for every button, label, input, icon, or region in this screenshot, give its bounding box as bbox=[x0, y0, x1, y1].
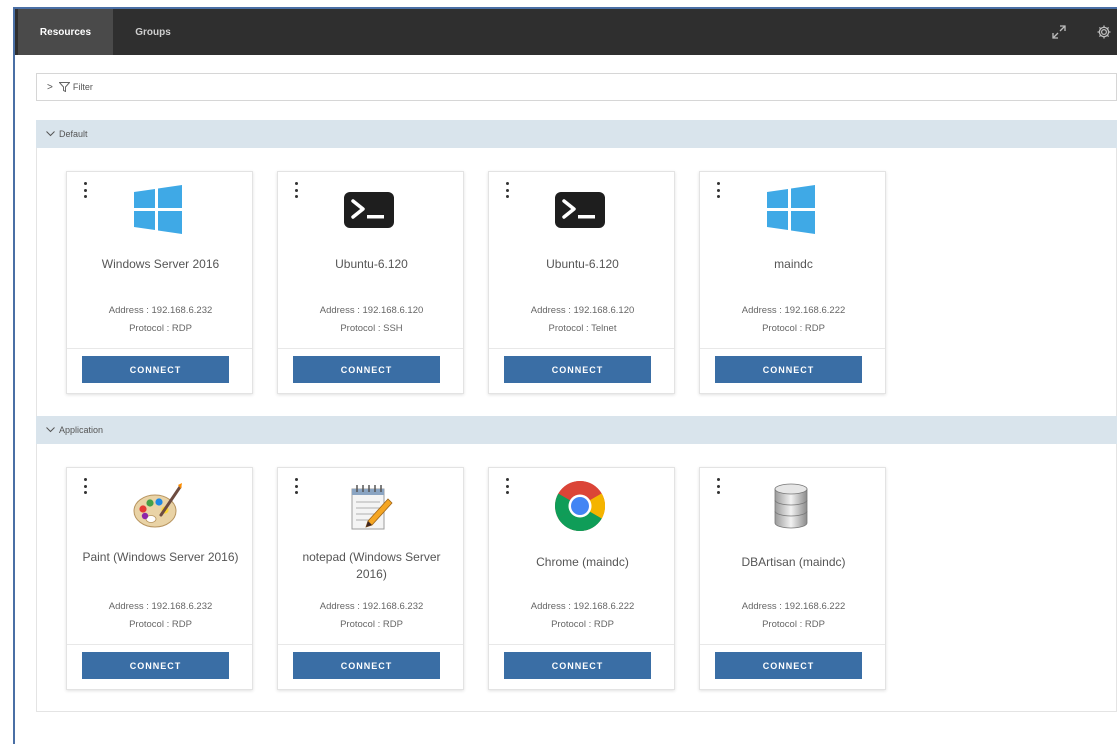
connect-button[interactable]: CONNECT bbox=[82, 652, 229, 679]
database-icon bbox=[761, 480, 821, 532]
resource-protocol: Protocol : SSH bbox=[340, 323, 403, 334]
section-body-application: Paint (Windows Server 2016) Address : 19… bbox=[36, 444, 1117, 712]
resource-protocol: Protocol : RDP bbox=[340, 619, 403, 630]
section-title: Application bbox=[59, 425, 104, 435]
resource-card: maindc Address : 192.168.6.222 Protocol … bbox=[699, 171, 886, 394]
chevron-down-icon bbox=[46, 427, 55, 433]
tab-resources[interactable]: Resources bbox=[18, 9, 113, 55]
terminal-icon bbox=[339, 184, 399, 236]
section-header-application[interactable]: Application bbox=[36, 416, 1117, 444]
resource-card: DBArtisan (maindc) Address : 192.168.6.2… bbox=[699, 467, 886, 690]
kebab-menu-icon[interactable] bbox=[292, 181, 300, 199]
kebab-menu-icon[interactable] bbox=[503, 477, 511, 495]
resource-address: Address : 192.168.6.120 bbox=[530, 305, 635, 316]
resource-card: notepad (Windows Server 2016) Address : … bbox=[277, 467, 464, 690]
resource-address: Address : 192.168.6.120 bbox=[319, 305, 424, 316]
connect-button[interactable]: CONNECT bbox=[504, 356, 651, 383]
card-divider bbox=[67, 348, 252, 349]
chevron-right-icon: > bbox=[47, 81, 53, 93]
connect-button[interactable]: CONNECT bbox=[504, 652, 651, 679]
terminal-icon bbox=[550, 184, 610, 236]
resource-card: Ubuntu-6.120 Address : 192.168.6.120 Pro… bbox=[277, 171, 464, 394]
connect-button[interactable]: CONNECT bbox=[293, 356, 440, 383]
resource-protocol: Protocol : Telnet bbox=[548, 323, 617, 334]
resource-address: Address : 192.168.6.222 bbox=[741, 601, 846, 612]
expand-icon[interactable] bbox=[1050, 23, 1068, 41]
filter-label: Filter bbox=[72, 82, 93, 92]
resource-card: Chrome (maindc) Address : 192.168.6.222 … bbox=[488, 467, 675, 690]
resource-name: Ubuntu-6.120 bbox=[335, 257, 408, 271]
resource-card: Windows Server 2016 Address : 192.168.6.… bbox=[66, 171, 253, 394]
resource-protocol: Protocol : RDP bbox=[551, 619, 614, 630]
resource-protocol: Protocol : RDP bbox=[129, 619, 192, 630]
card-divider bbox=[489, 644, 674, 645]
kebab-menu-icon[interactable] bbox=[714, 477, 722, 495]
resource-protocol: Protocol : RDP bbox=[762, 323, 825, 334]
connect-button[interactable]: CONNECT bbox=[293, 652, 440, 679]
resource-name: Paint (Windows Server 2016) bbox=[82, 550, 239, 564]
paint-icon bbox=[128, 480, 188, 532]
kebab-menu-icon[interactable] bbox=[714, 181, 722, 199]
filter-bar[interactable]: > Filter bbox=[36, 73, 1117, 101]
resource-name: Ubuntu-6.120 bbox=[546, 257, 619, 271]
resource-name: DBArtisan (maindc) bbox=[741, 555, 846, 569]
connect-button[interactable]: CONNECT bbox=[82, 356, 229, 383]
card-divider bbox=[278, 348, 463, 349]
gear-icon[interactable] bbox=[1095, 23, 1113, 41]
card-divider bbox=[489, 348, 674, 349]
resource-protocol: Protocol : RDP bbox=[762, 619, 825, 630]
kebab-menu-icon[interactable] bbox=[81, 477, 89, 495]
connect-button[interactable]: CONNECT bbox=[715, 652, 862, 679]
resource-name: Windows Server 2016 bbox=[101, 257, 220, 271]
resource-address: Address : 192.168.6.232 bbox=[108, 305, 213, 316]
chevron-down-icon bbox=[46, 131, 55, 137]
windows-icon bbox=[761, 184, 821, 236]
section-body-default: Windows Server 2016 Address : 192.168.6.… bbox=[36, 148, 1117, 416]
resource-address: Address : 192.168.6.232 bbox=[319, 601, 424, 612]
resource-address: Address : 192.168.6.222 bbox=[530, 601, 635, 612]
resource-card: Ubuntu-6.120 Address : 192.168.6.120 Pro… bbox=[488, 171, 675, 394]
card-divider bbox=[700, 348, 885, 349]
resource-address: Address : 192.168.6.232 bbox=[108, 601, 213, 612]
kebab-menu-icon[interactable] bbox=[81, 181, 89, 199]
card-divider bbox=[67, 644, 252, 645]
resource-protocol: Protocol : RDP bbox=[129, 323, 192, 334]
top-bar: Resources Groups bbox=[15, 9, 1117, 55]
resource-name: notepad (Windows Server 2016) bbox=[302, 550, 441, 581]
app-frame: Resources Groups > Filter Default Window… bbox=[13, 7, 1117, 744]
connect-button[interactable]: CONNECT bbox=[715, 356, 862, 383]
resource-address: Address : 192.168.6.222 bbox=[741, 305, 846, 316]
filter-icon bbox=[58, 82, 70, 92]
resource-name: Chrome (maindc) bbox=[536, 555, 629, 569]
card-divider bbox=[700, 644, 885, 645]
resource-name: maindc bbox=[774, 257, 813, 271]
kebab-menu-icon[interactable] bbox=[292, 477, 300, 495]
tab-groups[interactable]: Groups bbox=[113, 9, 193, 55]
card-divider bbox=[278, 644, 463, 645]
kebab-menu-icon[interactable] bbox=[503, 181, 511, 199]
section-title: Default bbox=[59, 129, 88, 139]
windows-icon bbox=[128, 184, 188, 236]
notepad-icon bbox=[339, 480, 399, 532]
section-header-default[interactable]: Default bbox=[36, 120, 1117, 148]
chrome-icon bbox=[550, 480, 610, 532]
resource-card: Paint (Windows Server 2016) Address : 19… bbox=[66, 467, 253, 690]
